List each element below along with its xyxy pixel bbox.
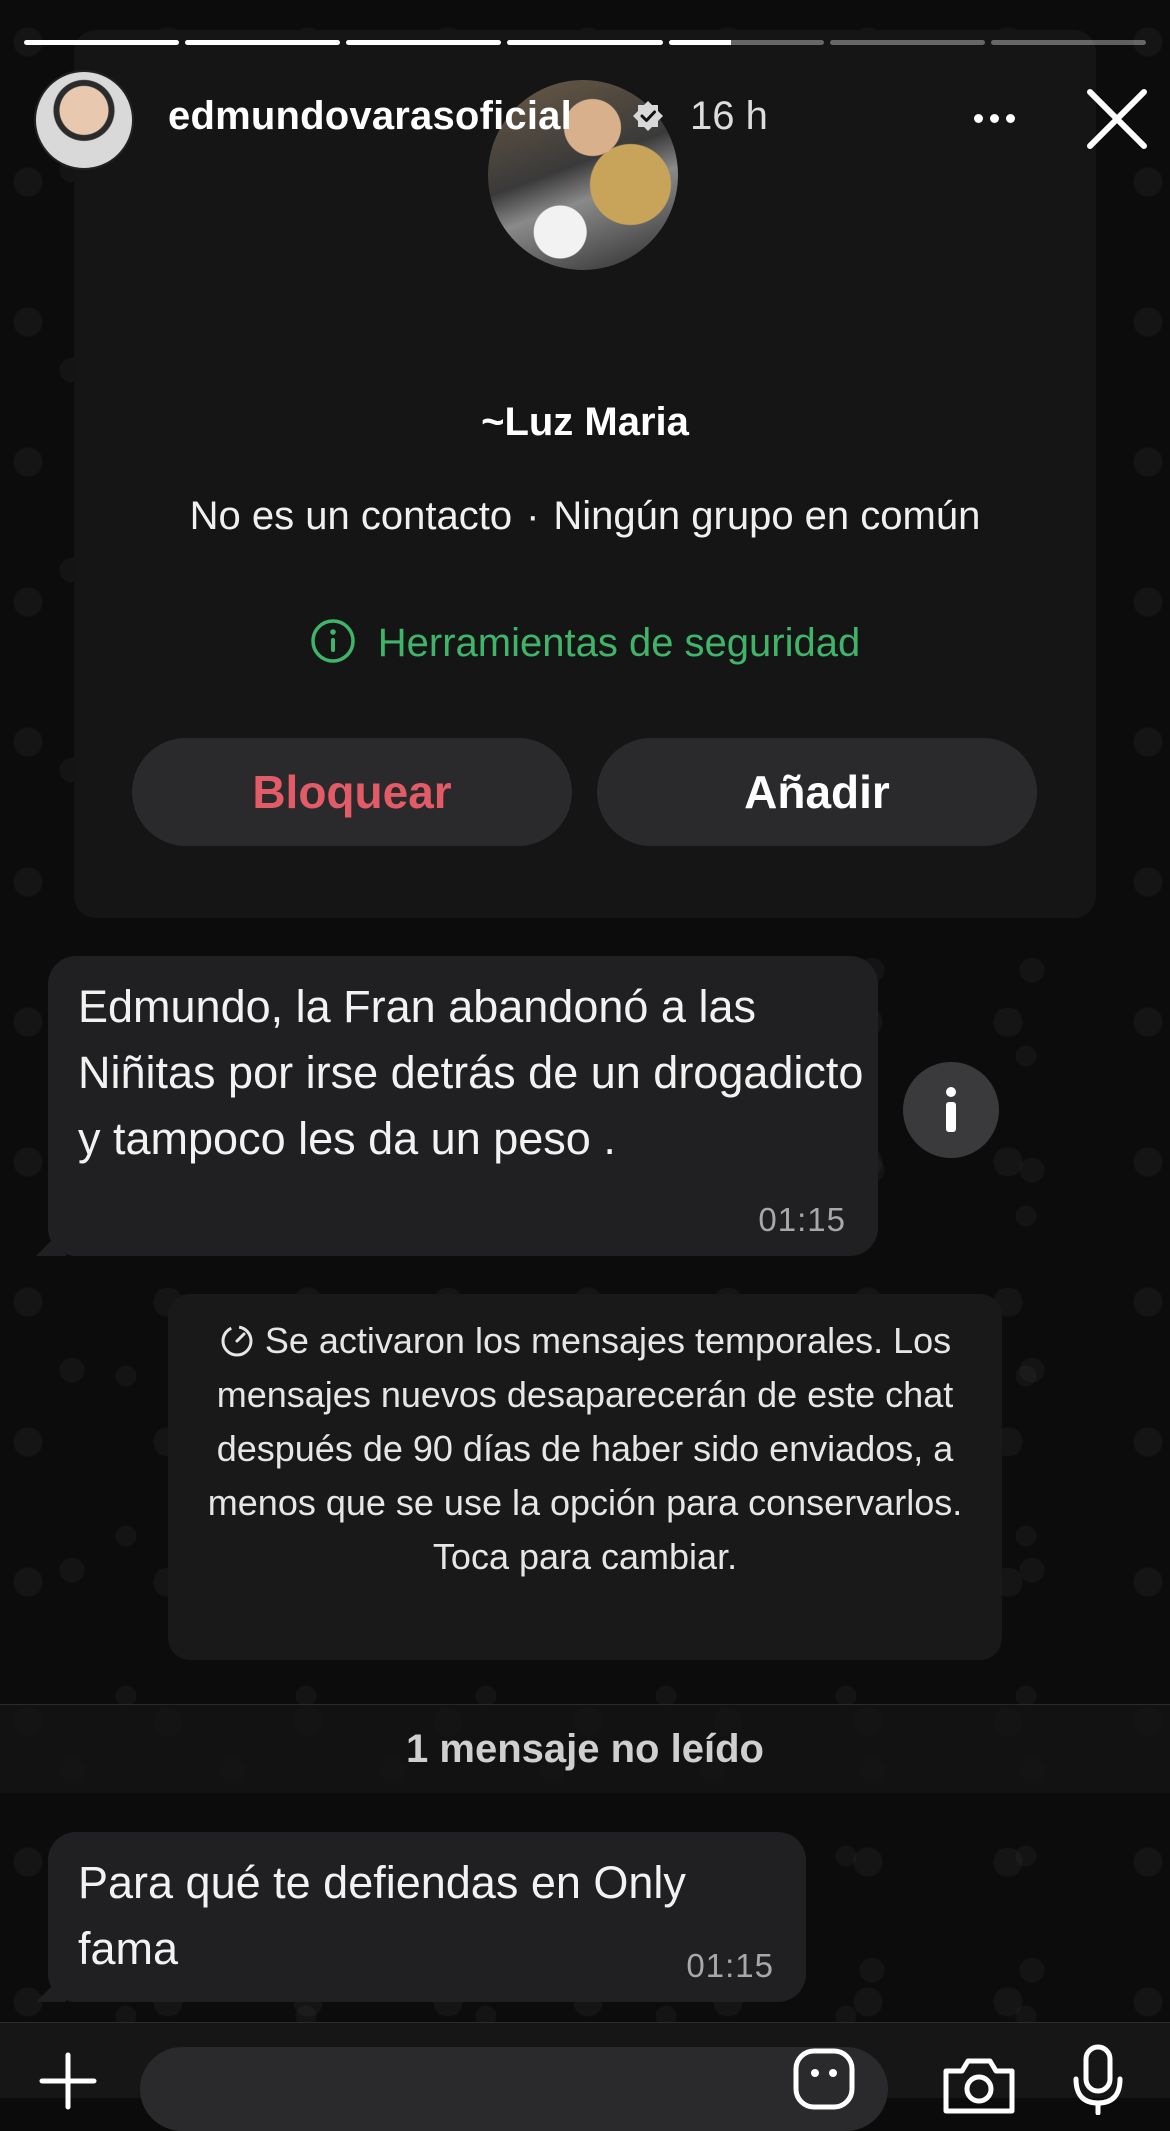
disappearing-messages-notice[interactable]: Se activaron los mensajes temporales. Lo… — [168, 1294, 1002, 1660]
message-time: 01:15 — [686, 1947, 774, 1984]
message-composer — [0, 2022, 1170, 2131]
more-icon-dot — [989, 113, 999, 123]
unread-divider: 1 mensaje no leído — [0, 1704, 1170, 1793]
incoming-message[interactable]: Para qué te defiendas en Only fama 01:15 — [36, 1832, 806, 2002]
timer-icon — [221, 1325, 253, 1357]
block-button[interactable]: Bloquear — [132, 738, 572, 846]
notice-text: Se activaron los mensajes temporales. Lo… — [207, 1320, 963, 1577]
plus-icon[interactable] — [36, 2049, 100, 2113]
incoming-message[interactable]: Edmundo, la Fran abandonó a las Niñitas … — [36, 956, 878, 1256]
story-progress-segment — [24, 40, 180, 45]
meta-separator: · — [526, 494, 540, 538]
not-contact-label: No es un contacto — [189, 494, 513, 538]
more-icon — [973, 113, 983, 123]
story-progress-fill — [668, 40, 731, 45]
story-time: 16 h — [690, 94, 768, 138]
story-progress-fill — [346, 40, 502, 45]
verified-icon — [633, 101, 663, 131]
security-tools-link[interactable]: Herramientas de seguridad — [74, 618, 1096, 666]
story-progress-segment — [990, 40, 1146, 45]
more-icon-dot — [1005, 113, 1015, 123]
message-text: Para qué te defiendas en Only fama — [78, 1857, 686, 1974]
story-progress-fill — [507, 40, 663, 45]
add-contact-button[interactable]: Añadir — [597, 738, 1037, 846]
message-time: 01:15 — [758, 1201, 846, 1238]
story-progress-bars — [24, 40, 1146, 45]
contact-name: ~Luz Maria — [481, 400, 689, 444]
story-progress-segment — [829, 40, 985, 45]
story-progress-segment — [668, 40, 824, 45]
story-header: edmundovarasoficial 16 h — [34, 68, 1147, 170]
no-groups-label: Ningún grupo en común — [553, 494, 981, 538]
message-info-button[interactable] — [903, 1062, 999, 1158]
story-progress-fill — [24, 40, 180, 45]
info-icon — [946, 1087, 956, 1132]
message-input[interactable] — [140, 2047, 888, 2131]
story-avatar[interactable] — [34, 70, 134, 170]
story-progress-segment — [507, 40, 663, 45]
story-progress-segment — [185, 40, 341, 45]
story-progress-fill — [185, 40, 341, 45]
camera-icon[interactable] — [940, 2051, 1018, 2115]
sticker-icon[interactable] — [790, 2045, 858, 2113]
info-circle-icon — [311, 619, 355, 663]
security-tools-label: Herramientas de seguridad — [377, 621, 861, 665]
close-icon[interactable] — [1082, 84, 1152, 154]
story-progress-segment — [346, 40, 502, 45]
message-text: Edmundo, la Fran abandonó a las Niñitas … — [78, 981, 864, 1164]
more-options-button[interactable] — [964, 98, 1024, 138]
mic-icon[interactable] — [1070, 2043, 1126, 2115]
contact-meta: No es un contacto · Ningún grupo en común — [74, 494, 1096, 539]
story-username[interactable]: edmundovarasoficial — [168, 94, 572, 139]
